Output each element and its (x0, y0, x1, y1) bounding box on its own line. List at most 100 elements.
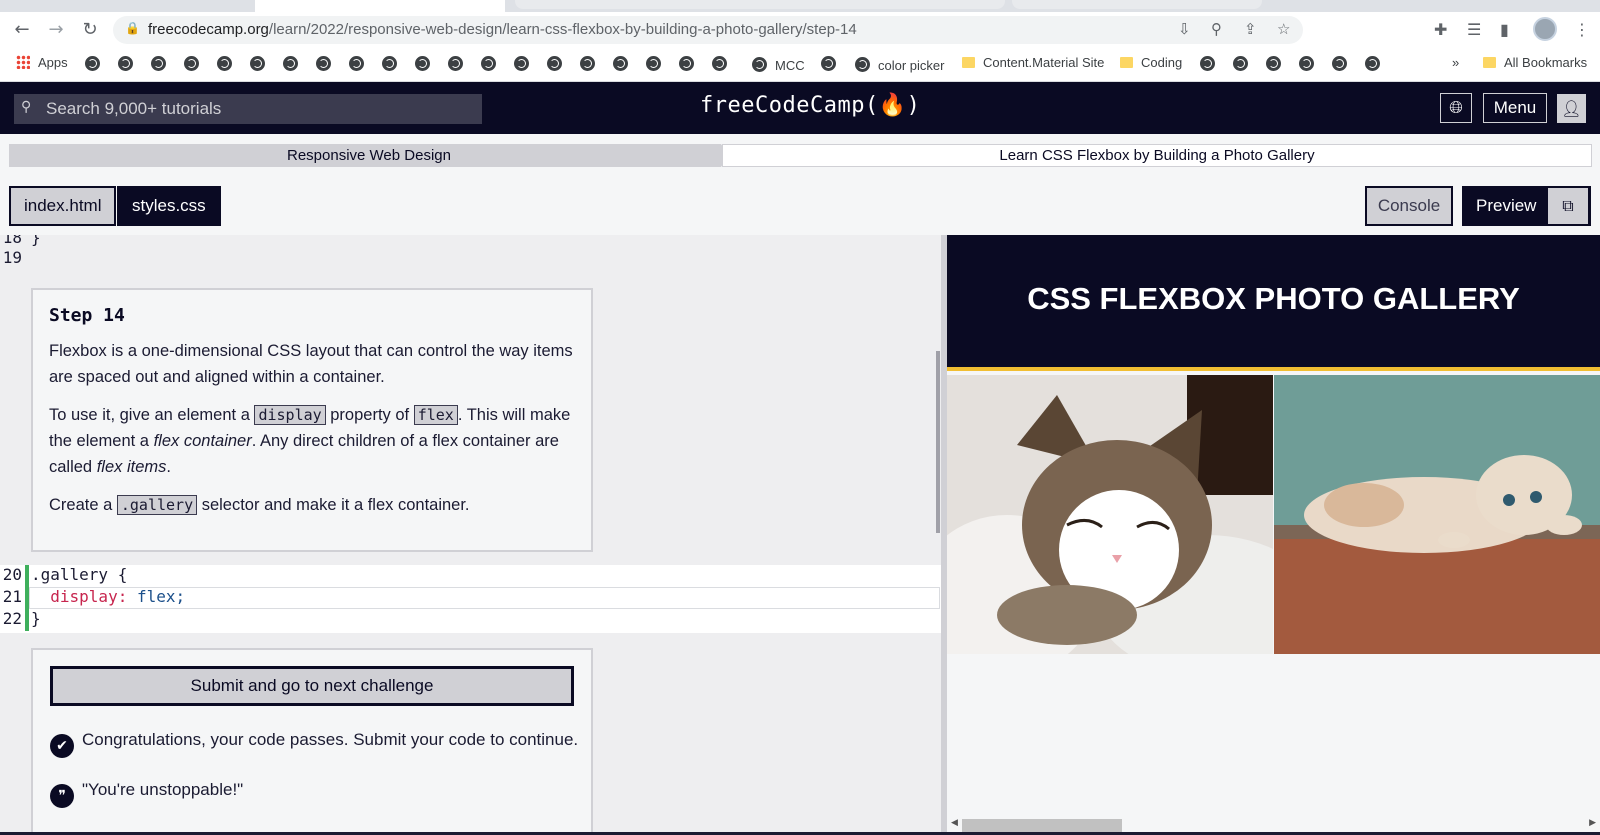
forward-icon[interactable]: → (44, 18, 68, 42)
globe-icon[interactable] (151, 56, 166, 71)
preview-button[interactable]: Preview ⧉ (1462, 186, 1591, 226)
globe-icon[interactable] (580, 56, 595, 71)
text: property of (325, 406, 414, 424)
side-panel-icon[interactable]: ▮ (1500, 20, 1509, 39)
editor-scrollbar[interactable] (936, 351, 940, 533)
globe-icon[interactable] (821, 56, 836, 71)
inline-code: flex (413, 405, 458, 425)
user-avatar-icon[interactable]: 👤︎ (1557, 94, 1586, 123)
globe-icon[interactable] (1233, 56, 1248, 71)
globe-icon[interactable] (1332, 56, 1347, 71)
active-browser-tab[interactable] (255, 0, 505, 12)
browser-tab-strip (0, 0, 1600, 12)
reading-list-icon[interactable]: ☰ (1467, 20, 1481, 39)
globe-icon[interactable] (382, 56, 397, 71)
globe-icon[interactable] (448, 56, 463, 71)
bookmark-coding[interactable]: Coding (1120, 55, 1182, 70)
emphasis: flex items (96, 458, 167, 476)
scroll-left-icon[interactable]: ◀ (951, 817, 958, 828)
popout-icon[interactable]: ⧉ (1548, 188, 1588, 224)
globe-icon[interactable] (712, 56, 727, 71)
globe-icon[interactable] (415, 56, 430, 71)
kebab-menu-icon[interactable]: ⋮ (1574, 20, 1590, 39)
step-title: Step 14 (49, 305, 125, 326)
globe-icon[interactable] (217, 56, 232, 71)
search-box[interactable]: ⚲ (14, 94, 482, 124)
tab-index-html[interactable]: index.html (9, 186, 117, 226)
breadcrumb-block[interactable]: Learn CSS Flexbox by Building a Photo Ga… (722, 144, 1592, 167)
globe-icon (752, 57, 767, 72)
bookmark-label: color picker (878, 58, 945, 73)
back-icon[interactable]: ← (10, 18, 34, 42)
gallery-image-sleeping-cat (947, 375, 1273, 654)
language-globe-icon[interactable]: 🌐︎ (1440, 93, 1472, 123)
results-panel: Submit and go to next challenge ✔ Congrat… (31, 648, 593, 835)
globe-icon[interactable] (283, 56, 298, 71)
submit-button[interactable]: Submit and go to next challenge (50, 666, 574, 706)
scroll-right-icon[interactable]: ▶ (1589, 817, 1596, 828)
text: To use it, give an element a (49, 406, 255, 424)
text: Create a (49, 496, 117, 514)
profile-avatar[interactable] (1533, 17, 1557, 41)
code-line[interactable]: display: flex; (31, 587, 185, 606)
bookmark-apps[interactable]: Apps (16, 55, 68, 70)
zoom-icon[interactable]: ⚲ (1211, 20, 1222, 38)
scrollbar-thumb[interactable] (962, 819, 1122, 832)
fcc-logo[interactable]: freeCodeCamp(🔥) (700, 93, 920, 118)
breadcrumb-superblock[interactable]: Responsive Web Design (9, 144, 729, 167)
install-icon[interactable]: ⇩ (1178, 20, 1191, 38)
inline-code: display (254, 405, 326, 425)
code-line[interactable]: } (31, 609, 41, 628)
globe-icon[interactable] (85, 56, 100, 71)
globe-icon[interactable] (184, 56, 199, 71)
code-line[interactable]: .gallery { (31, 565, 127, 584)
globe-icon[interactable] (613, 56, 628, 71)
menu-button[interactable]: Menu (1483, 93, 1547, 123)
lock-icon: 🔒 (125, 21, 140, 35)
breadcrumb-toolbar: Responsive Web Design Learn CSS Flexbox … (0, 134, 1600, 235)
url-host: freecodecamp.org (148, 21, 269, 38)
tab-styles-css[interactable]: styles.css (117, 186, 221, 226)
globe-icon (855, 57, 870, 72)
globe-icon[interactable] (679, 56, 694, 71)
reload-icon[interactable]: ↻ (78, 18, 102, 42)
bookmark-all[interactable]: All Bookmarks (1483, 55, 1587, 70)
browser-tab[interactable] (515, 0, 1005, 9)
share-icon[interactable]: ⇪ (1244, 20, 1257, 38)
line-number: 21 (2, 587, 22, 606)
search-input[interactable] (46, 97, 466, 121)
preview-heading: CSS FLEXBOX PHOTO GALLERY (1027, 281, 1520, 316)
editable-code-region[interactable]: 20 .gallery { 21 display: flex; 22 } (0, 565, 941, 633)
globe-icon[interactable] (514, 56, 529, 71)
star-icon[interactable]: ☆ (1277, 20, 1290, 38)
globe-icon[interactable] (1266, 56, 1281, 71)
globe-icon[interactable] (118, 56, 133, 71)
console-button[interactable]: Console (1365, 186, 1453, 226)
extensions-icon[interactable]: ✚ (1434, 20, 1447, 39)
globe-icon[interactable] (481, 56, 496, 71)
folder-icon (962, 57, 975, 68)
url-text[interactable]: freecodecamp.org/learn/2022/responsive-w… (148, 21, 857, 38)
browser-tab[interactable] (1012, 0, 1262, 9)
inline-code: .gallery (116, 495, 198, 515)
globe-icon[interactable] (646, 56, 661, 71)
fcc-navbar: ⚲ freeCodeCamp(🔥) 🌐︎ Menu 👤︎ (0, 82, 1600, 134)
bookmark-content-material[interactable]: Content.Material Site (962, 55, 1104, 70)
globe-icon[interactable] (316, 56, 331, 71)
bookmark-mcc[interactable]: MCC (752, 55, 805, 73)
omnibox[interactable]: 🔒 freecodecamp.org/learn/2022/responsive… (113, 16, 1303, 44)
pass-text: Congratulations, your code passes. Submi… (82, 730, 579, 749)
globe-icon[interactable] (1200, 56, 1215, 71)
bookmark-color-picker[interactable]: color picker (855, 55, 944, 73)
code-editor[interactable]: 18 } 19 Step 14 Flexbox is a one-dimensi… (0, 235, 941, 835)
globe-icon[interactable] (1365, 56, 1380, 71)
globe-icon[interactable] (250, 56, 265, 71)
instruction-paragraph: Flexbox is a one-dimensional CSS layout … (49, 342, 573, 386)
bookmarks-overflow-icon[interactable]: » (1452, 55, 1459, 70)
bookmarks-bar: Apps MCC color picker Content.Material S… (0, 48, 1600, 82)
encouragement-quote: ❞ "You're unstoppable!" (50, 780, 243, 808)
globe-icon[interactable] (1299, 56, 1314, 71)
globe-icon[interactable] (349, 56, 364, 71)
globe-icon[interactable] (547, 56, 562, 71)
text: selector and make it a flex container. (197, 496, 470, 514)
